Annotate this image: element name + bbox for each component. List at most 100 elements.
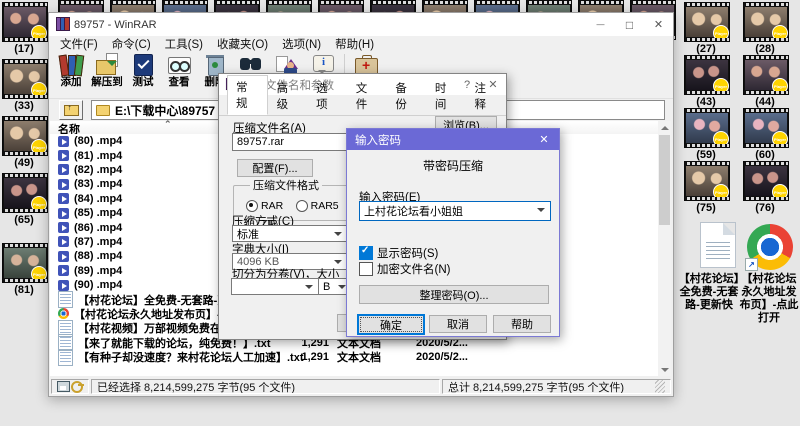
maximize-button[interactable]: [615, 13, 644, 36]
close-button[interactable]: [644, 13, 673, 36]
chrome-shortcut-icon[interactable]: [747, 224, 793, 270]
split-size-combo[interactable]: [231, 278, 319, 295]
window-title: 89757 - WinRAR: [74, 19, 157, 31]
file-size: 1,291: [249, 351, 329, 363]
disk-icon: [57, 381, 70, 392]
radio-icon: [246, 200, 258, 212]
file-icon: [58, 291, 73, 308]
resize-grip[interactable]: [655, 380, 665, 393]
file-icon: [58, 222, 69, 233]
toolbar-label: 解压到: [91, 77, 123, 88]
ok-button[interactable]: 确定: [357, 314, 425, 335]
file-icon: [58, 349, 73, 366]
organize-passwords-button[interactable]: 整理密码(O)...: [359, 285, 549, 304]
title-bar[interactable]: 89757 - WinRAR: [49, 13, 673, 36]
desktop-icon-label: (75): [680, 202, 732, 215]
desktop-video-icon[interactable]: Player (28): [743, 2, 791, 56]
winrar-app-icon: [56, 18, 69, 31]
desktop-video-icon[interactable]: Player (76): [743, 161, 791, 215]
player-badge: Player: [772, 131, 788, 147]
show-password-checkbox[interactable]: 显示密码(S): [359, 245, 438, 261]
add-button[interactable]: 添加: [53, 52, 89, 96]
desktop-video-icon[interactable]: Player (17): [2, 2, 50, 56]
menu-commands[interactable]: 命令(C): [105, 36, 158, 52]
password-dialog: 输入密码 带密码压缩 输入密码(E) 上村花论坛看小姐姐 显示密码(S) 加密文…: [346, 128, 560, 337]
test-icon: [130, 52, 156, 77]
desktop-video-icon[interactable]: Player (33): [2, 59, 50, 113]
desktop: Player (17) Player (33) Player (49) Play…: [0, 0, 800, 426]
scroll-down-icon[interactable]: [658, 363, 671, 376]
toolbar-label: 查看: [169, 77, 190, 88]
desktop-video-icon[interactable]: Player (75): [684, 161, 732, 215]
vertical-scrollbar[interactable]: [658, 121, 671, 376]
radio-rar[interactable]: RAR: [246, 200, 283, 212]
desktop-icon-label: (17): [0, 43, 50, 56]
desktop-video-icon[interactable]: Player (60): [743, 108, 791, 162]
file-name: (88) .mp4: [74, 250, 122, 262]
radio-rar5[interactable]: RAR5: [296, 200, 339, 212]
checkbox-label: 显示密码(S): [377, 245, 438, 261]
table-row[interactable]: 【有种子却没速度？来村花论坛人工加速】.txt 1,291 文本文档 2020/…: [50, 350, 658, 364]
desktop-video-icon[interactable]: Player (81): [2, 243, 50, 297]
toolbar-label: 添加: [61, 77, 82, 88]
tab-options[interactable]: 选项: [308, 77, 347, 115]
desktop-video-icon[interactable]: Player (59): [684, 108, 732, 162]
player-badge: Player: [713, 78, 729, 94]
menu-favorites[interactable]: 收藏夹(O): [210, 36, 275, 52]
menu-tools[interactable]: 工具(S): [158, 36, 210, 52]
minimize-button[interactable]: [586, 13, 615, 36]
player-badge: Player: [31, 196, 47, 212]
file-icon: [58, 280, 69, 291]
txt-shortcut-icon[interactable]: [700, 222, 736, 268]
extract-to-button[interactable]: 解压到: [89, 52, 125, 96]
desktop-video-icon[interactable]: Player (43): [684, 55, 732, 109]
desktop-video-icon[interactable]: Player (65): [2, 173, 50, 227]
tab-general[interactable]: 常规: [227, 75, 268, 115]
menu-options[interactable]: 选项(N): [275, 36, 328, 52]
file-name: (85) .mp4: [74, 207, 122, 219]
help-button[interactable]: 帮助: [493, 315, 551, 333]
up-folder-button[interactable]: [59, 100, 83, 120]
folder-up-icon: [64, 105, 79, 116]
file-type: 文本文档: [337, 349, 381, 365]
desktop-video-icon[interactable]: Player (49): [2, 116, 50, 170]
chrome-shortcut-label-wrap[interactable]: 【村花论坛永久地址发布页】-点此打开: [738, 272, 800, 325]
tab-comment[interactable]: 注释: [466, 77, 505, 115]
status-total-text: 总计 8,214,599,275 字节(95 个文件): [448, 379, 624, 394]
player-badge: Player: [31, 25, 47, 41]
status-bar: 已经选择 8,214,599,275 字节(95 个文件) 总计 8,214,5…: [50, 378, 672, 395]
file-name: (87) .mp4: [74, 236, 122, 248]
file-icon: [58, 150, 69, 161]
desktop-video-icon[interactable]: Player (27): [684, 2, 732, 56]
status-total: 总计 8,214,599,275 字节(95 个文件): [442, 379, 671, 394]
txt-shortcut-label-wrap[interactable]: 【村花论坛】全免费-无套路-更新快: [678, 272, 740, 312]
player-badge: Player: [713, 184, 729, 200]
key-icon: [71, 381, 83, 393]
extract-to-icon: [94, 52, 120, 77]
folder-icon: [96, 105, 110, 116]
dialog-title-bar[interactable]: 输入密码: [347, 129, 559, 150]
tab-time[interactable]: 时间: [427, 77, 466, 115]
scrollbar-thumb[interactable]: [659, 135, 670, 225]
dialog-tabs: 常规 高级 选项 文件 备份 时间 注释: [219, 95, 506, 116]
compression-method-combo[interactable]: 标准: [232, 225, 348, 242]
cancel-button[interactable]: 取消: [429, 315, 487, 333]
password-input[interactable]: 上村花论坛看小姐姐: [359, 201, 551, 221]
file-name: (86) .mp4: [74, 222, 122, 234]
status-icons-cell: [51, 379, 89, 394]
test-button[interactable]: 测试: [125, 52, 161, 96]
checkbox-checked-icon: [359, 246, 373, 260]
tab-advanced[interactable]: 高级: [269, 77, 308, 115]
encrypt-names-checkbox[interactable]: 加密文件名(N): [359, 261, 450, 277]
menu-help[interactable]: 帮助(H): [328, 36, 381, 52]
dialog-title: 输入密码: [347, 132, 401, 148]
tab-files[interactable]: 文件: [348, 77, 387, 115]
shortcut-arrow-icon: [745, 258, 758, 271]
profile-button[interactable]: 配置(F)...: [237, 159, 313, 177]
desktop-video-icon[interactable]: Player (44): [743, 55, 791, 109]
tab-backup[interactable]: 备份: [387, 77, 426, 115]
menu-file[interactable]: 文件(F): [53, 36, 105, 52]
close-icon[interactable]: [529, 129, 559, 150]
scroll-up-icon[interactable]: [658, 121, 671, 134]
view-button[interactable]: 查看: [161, 52, 197, 96]
